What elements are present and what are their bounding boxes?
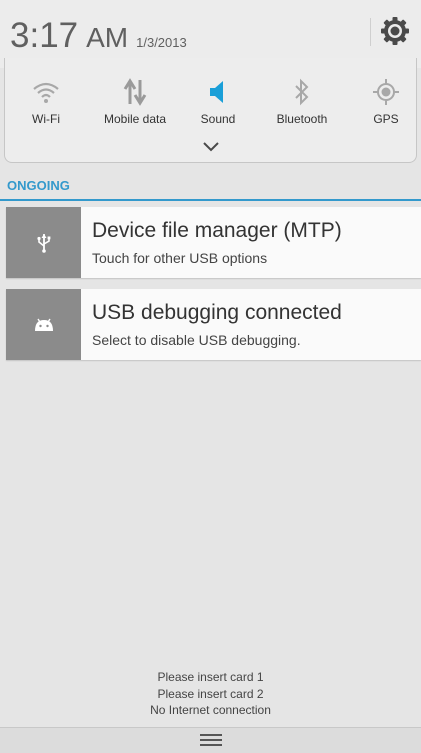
- clock: 3:17 AM 1/3/2013: [10, 16, 187, 56]
- notification-subtitle: Touch for other USB options: [92, 250, 268, 266]
- chevron-down-icon: [203, 142, 219, 152]
- ongoing-label: ONGOING: [7, 178, 70, 193]
- notification-title: Device file manager (MTP): [92, 219, 342, 242]
- gear-icon: [381, 17, 409, 45]
- date-text: 1/3/2013: [136, 35, 187, 50]
- expand-button[interactable]: [199, 138, 223, 156]
- usb-icon: [36, 233, 50, 253]
- notification-mtp[interactable]: Device file manager (MTP) Touch for othe…: [6, 207, 421, 278]
- status-line: Please insert card 2: [157, 686, 264, 701]
- drag-handle[interactable]: [0, 727, 421, 753]
- toggle-label: Sound: [200, 112, 236, 126]
- mobile-data-icon: [123, 78, 147, 106]
- time-text: 3:17: [10, 16, 79, 55]
- android-icon: [34, 318, 53, 331]
- notification-icon-box: [6, 289, 81, 360]
- menu-icon: [200, 734, 222, 746]
- toggle-gps[interactable]: GPS: [345, 58, 421, 138]
- settings-button[interactable]: [379, 15, 411, 47]
- notification-usb-debugging[interactable]: USB debugging connected Select to disabl…: [6, 289, 421, 360]
- gps-icon: [373, 79, 399, 105]
- status-line: Please insert card 1: [157, 670, 264, 684]
- toggle-label: Bluetooth: [276, 112, 328, 126]
- header-divider: [370, 18, 371, 46]
- toggle-label: Mobile data: [103, 112, 167, 126]
- wifi-icon: [33, 82, 59, 103]
- ongoing-section-header: ONGOING: [0, 170, 421, 202]
- ongoing-divider: [0, 199, 421, 201]
- toggle-sound[interactable]: Sound: [177, 58, 259, 138]
- status-line: No Internet connection: [150, 703, 271, 717]
- toggle-label: GPS: [373, 112, 399, 126]
- toggle-mobile-data[interactable]: Mobile data: [94, 58, 176, 138]
- quick-settings-panel: Wi-Fi Mobile data Sound Bluetooth GPS: [4, 58, 417, 163]
- notification-title: USB debugging connected: [92, 301, 342, 324]
- ampm-text: AM: [86, 22, 129, 53]
- carrier-status: Please insert card 1 Please insert card …: [0, 669, 421, 719]
- notification-subtitle: Select to disable USB debugging.: [92, 332, 301, 348]
- notification-icon-box: [6, 207, 81, 278]
- toggle-bluetooth[interactable]: Bluetooth: [261, 58, 343, 138]
- toggle-wifi[interactable]: Wi-Fi: [5, 58, 87, 138]
- bluetooth-icon: [295, 78, 309, 106]
- toggle-label: Wi-Fi: [32, 112, 60, 126]
- sound-icon: [210, 81, 223, 103]
